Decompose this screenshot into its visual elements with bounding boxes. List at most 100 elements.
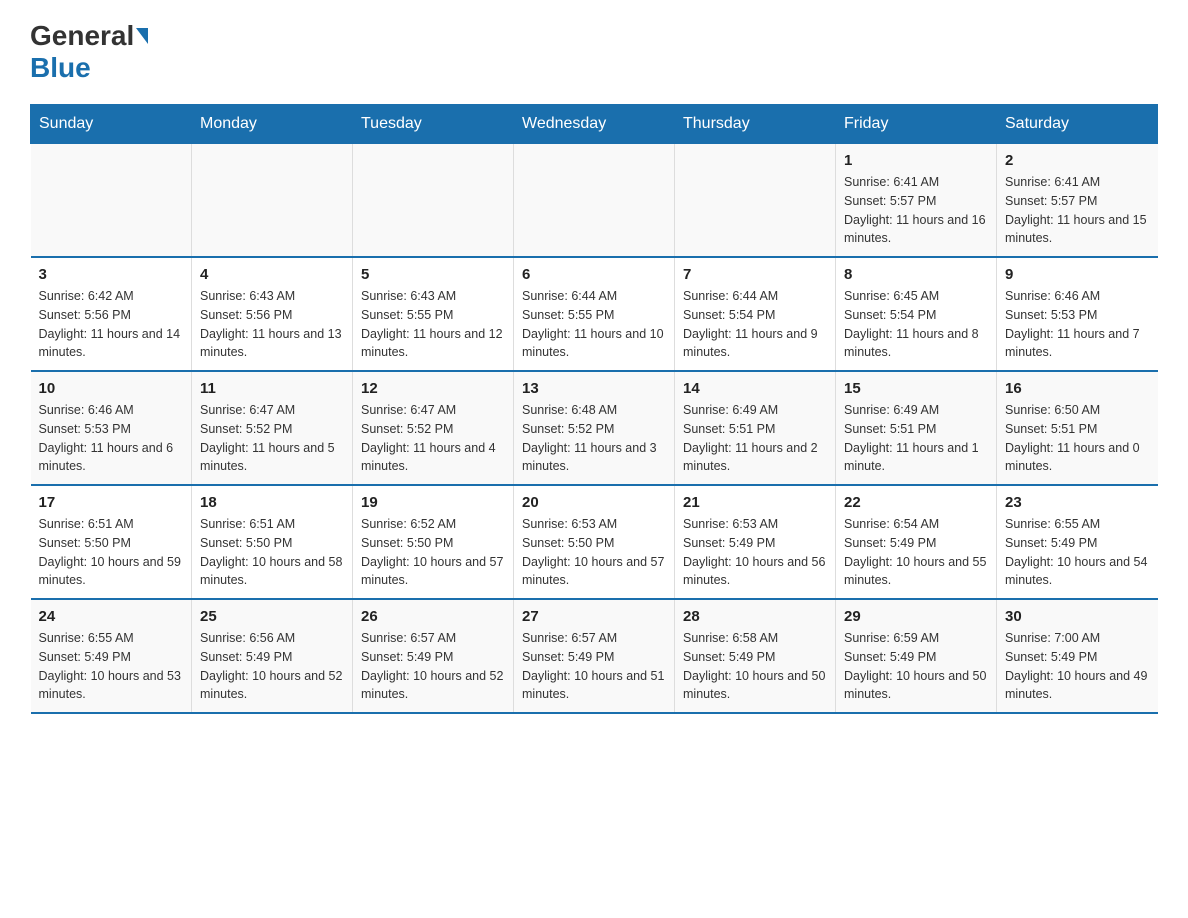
day-info: Sunrise: 6:53 AM Sunset: 5:49 PM Dayligh… [683, 515, 827, 590]
calendar-cell: 25 Sunrise: 6:56 AM Sunset: 5:49 PM Dayli… [192, 599, 353, 713]
day-number: 28 [683, 608, 827, 625]
header-sunday: Sunday [31, 105, 192, 144]
calendar-cell: 18 Sunrise: 6:51 AM Sunset: 5:50 PM Dayli… [192, 485, 353, 599]
calendar-cell: 11 Sunrise: 6:47 AM Sunset: 5:52 PM Dayli… [192, 371, 353, 485]
day-number: 4 [200, 266, 344, 283]
day-number: 15 [844, 380, 988, 397]
day-info: Sunrise: 6:51 AM Sunset: 5:50 PM Dayligh… [39, 515, 184, 590]
day-number: 1 [844, 152, 988, 169]
calendar-week-row: 1 Sunrise: 6:41 AM Sunset: 5:57 PM Daylig… [31, 144, 1158, 258]
day-info: Sunrise: 6:58 AM Sunset: 5:49 PM Dayligh… [683, 629, 827, 704]
day-info: Sunrise: 6:54 AM Sunset: 5:49 PM Dayligh… [844, 515, 988, 590]
day-info: Sunrise: 6:56 AM Sunset: 5:49 PM Dayligh… [200, 629, 344, 704]
calendar-cell: 23Sunrise: 6:55 AM Sunset: 5:49 PM Dayli… [997, 485, 1158, 599]
day-info: Sunrise: 6:44 AM Sunset: 5:54 PM Dayligh… [683, 287, 827, 362]
day-info: Sunrise: 6:52 AM Sunset: 5:50 PM Dayligh… [361, 515, 505, 590]
day-info: Sunrise: 6:46 AM Sunset: 5:53 PM Dayligh… [1005, 287, 1150, 362]
calendar-week-row: 17 Sunrise: 6:51 AM Sunset: 5:50 PM Dayli… [31, 485, 1158, 599]
header-thursday: Thursday [675, 105, 836, 144]
calendar-cell [353, 144, 514, 258]
day-info: Sunrise: 6:50 AM Sunset: 5:51 PM Dayligh… [1005, 401, 1150, 476]
calendar-cell: 17 Sunrise: 6:51 AM Sunset: 5:50 PM Dayli… [31, 485, 192, 599]
calendar-cell: 20 Sunrise: 6:53 AM Sunset: 5:50 PM Dayli… [514, 485, 675, 599]
day-info: Sunrise: 6:49 AM Sunset: 5:51 PM Dayligh… [683, 401, 827, 476]
day-info: Sunrise: 6:44 AM Sunset: 5:55 PM Dayligh… [522, 287, 666, 362]
calendar-week-row: 24 Sunrise: 6:55 AM Sunset: 5:49 PM Dayli… [31, 599, 1158, 713]
calendar-week-row: 3Sunrise: 6:42 AM Sunset: 5:56 PM Daylig… [31, 257, 1158, 371]
day-number: 23 [1005, 494, 1150, 511]
calendar-cell: 9 Sunrise: 6:46 AM Sunset: 5:53 PM Daylig… [997, 257, 1158, 371]
calendar-cell: 22 Sunrise: 6:54 AM Sunset: 5:49 PM Dayli… [836, 485, 997, 599]
calendar-cell: 19Sunrise: 6:52 AM Sunset: 5:50 PM Dayli… [353, 485, 514, 599]
day-info: Sunrise: 6:43 AM Sunset: 5:56 PM Dayligh… [200, 287, 344, 362]
day-number: 10 [39, 380, 184, 397]
day-info: Sunrise: 6:53 AM Sunset: 5:50 PM Dayligh… [522, 515, 666, 590]
calendar-table: SundayMondayTuesdayWednesdayThursdayFrid… [30, 104, 1158, 714]
calendar-cell: 26 Sunrise: 6:57 AM Sunset: 5:49 PM Dayli… [353, 599, 514, 713]
day-info: Sunrise: 6:45 AM Sunset: 5:54 PM Dayligh… [844, 287, 988, 362]
day-number: 27 [522, 608, 666, 625]
calendar-cell: 29 Sunrise: 6:59 AM Sunset: 5:49 PM Dayli… [836, 599, 997, 713]
day-number: 3 [39, 266, 184, 283]
calendar-cell: 24 Sunrise: 6:55 AM Sunset: 5:49 PM Dayli… [31, 599, 192, 713]
day-number: 29 [844, 608, 988, 625]
day-number: 9 [1005, 266, 1150, 283]
day-info: Sunrise: 6:47 AM Sunset: 5:52 PM Dayligh… [361, 401, 505, 476]
calendar-cell: 10 Sunrise: 6:46 AM Sunset: 5:53 PM Dayli… [31, 371, 192, 485]
calendar-cell: 30Sunrise: 7:00 AM Sunset: 5:49 PM Dayli… [997, 599, 1158, 713]
calendar-cell: 12 Sunrise: 6:47 AM Sunset: 5:52 PM Dayli… [353, 371, 514, 485]
day-number: 6 [522, 266, 666, 283]
calendar-cell: 16 Sunrise: 6:50 AM Sunset: 5:51 PM Dayli… [997, 371, 1158, 485]
calendar-cell: 15 Sunrise: 6:49 AM Sunset: 5:51 PM Dayli… [836, 371, 997, 485]
day-number: 5 [361, 266, 505, 283]
day-number: 17 [39, 494, 184, 511]
day-number: 16 [1005, 380, 1150, 397]
calendar-cell: 5 Sunrise: 6:43 AM Sunset: 5:55 PM Daylig… [353, 257, 514, 371]
day-number: 25 [200, 608, 344, 625]
page-header: General Blue [30, 20, 1158, 84]
day-info: Sunrise: 6:57 AM Sunset: 5:49 PM Dayligh… [361, 629, 505, 704]
day-number: 30 [1005, 608, 1150, 625]
day-number: 24 [39, 608, 184, 625]
logo-arrow-icon [136, 28, 148, 44]
header-saturday: Saturday [997, 105, 1158, 144]
day-number: 13 [522, 380, 666, 397]
calendar-header-row: SundayMondayTuesdayWednesdayThursdayFrid… [31, 105, 1158, 144]
day-info: Sunrise: 6:51 AM Sunset: 5:50 PM Dayligh… [200, 515, 344, 590]
day-info: Sunrise: 6:47 AM Sunset: 5:52 PM Dayligh… [200, 401, 344, 476]
day-number: 22 [844, 494, 988, 511]
logo-text-general: General [30, 20, 134, 52]
day-number: 26 [361, 608, 505, 625]
calendar-cell: 3Sunrise: 6:42 AM Sunset: 5:56 PM Daylig… [31, 257, 192, 371]
day-info: Sunrise: 6:55 AM Sunset: 5:49 PM Dayligh… [39, 629, 184, 704]
day-info: Sunrise: 6:41 AM Sunset: 5:57 PM Dayligh… [844, 173, 988, 248]
calendar-cell [31, 144, 192, 258]
calendar-cell [514, 144, 675, 258]
calendar-cell: 28 Sunrise: 6:58 AM Sunset: 5:49 PM Dayli… [675, 599, 836, 713]
calendar-cell: 7Sunrise: 6:44 AM Sunset: 5:54 PM Daylig… [675, 257, 836, 371]
day-number: 18 [200, 494, 344, 511]
header-monday: Monday [192, 105, 353, 144]
calendar-cell: 8Sunrise: 6:45 AM Sunset: 5:54 PM Daylig… [836, 257, 997, 371]
logo: General Blue [30, 20, 148, 84]
day-info: Sunrise: 6:43 AM Sunset: 5:55 PM Dayligh… [361, 287, 505, 362]
calendar-cell [675, 144, 836, 258]
calendar-cell: 2Sunrise: 6:41 AM Sunset: 5:57 PM Daylig… [997, 144, 1158, 258]
day-number: 12 [361, 380, 505, 397]
day-info: Sunrise: 6:59 AM Sunset: 5:49 PM Dayligh… [844, 629, 988, 704]
day-info: Sunrise: 6:41 AM Sunset: 5:57 PM Dayligh… [1005, 173, 1150, 248]
day-info: Sunrise: 6:49 AM Sunset: 5:51 PM Dayligh… [844, 401, 988, 476]
day-number: 14 [683, 380, 827, 397]
calendar-cell [192, 144, 353, 258]
day-info: Sunrise: 6:46 AM Sunset: 5:53 PM Dayligh… [39, 401, 184, 476]
calendar-cell: 21 Sunrise: 6:53 AM Sunset: 5:49 PM Dayli… [675, 485, 836, 599]
header-wednesday: Wednesday [514, 105, 675, 144]
header-tuesday: Tuesday [353, 105, 514, 144]
day-number: 21 [683, 494, 827, 511]
day-number: 11 [200, 380, 344, 397]
day-number: 20 [522, 494, 666, 511]
calendar-cell: 4 Sunrise: 6:43 AM Sunset: 5:56 PM Daylig… [192, 257, 353, 371]
day-info: Sunrise: 6:57 AM Sunset: 5:49 PM Dayligh… [522, 629, 666, 704]
calendar-cell: 1 Sunrise: 6:41 AM Sunset: 5:57 PM Daylig… [836, 144, 997, 258]
calendar-cell: 13Sunrise: 6:48 AM Sunset: 5:52 PM Dayli… [514, 371, 675, 485]
